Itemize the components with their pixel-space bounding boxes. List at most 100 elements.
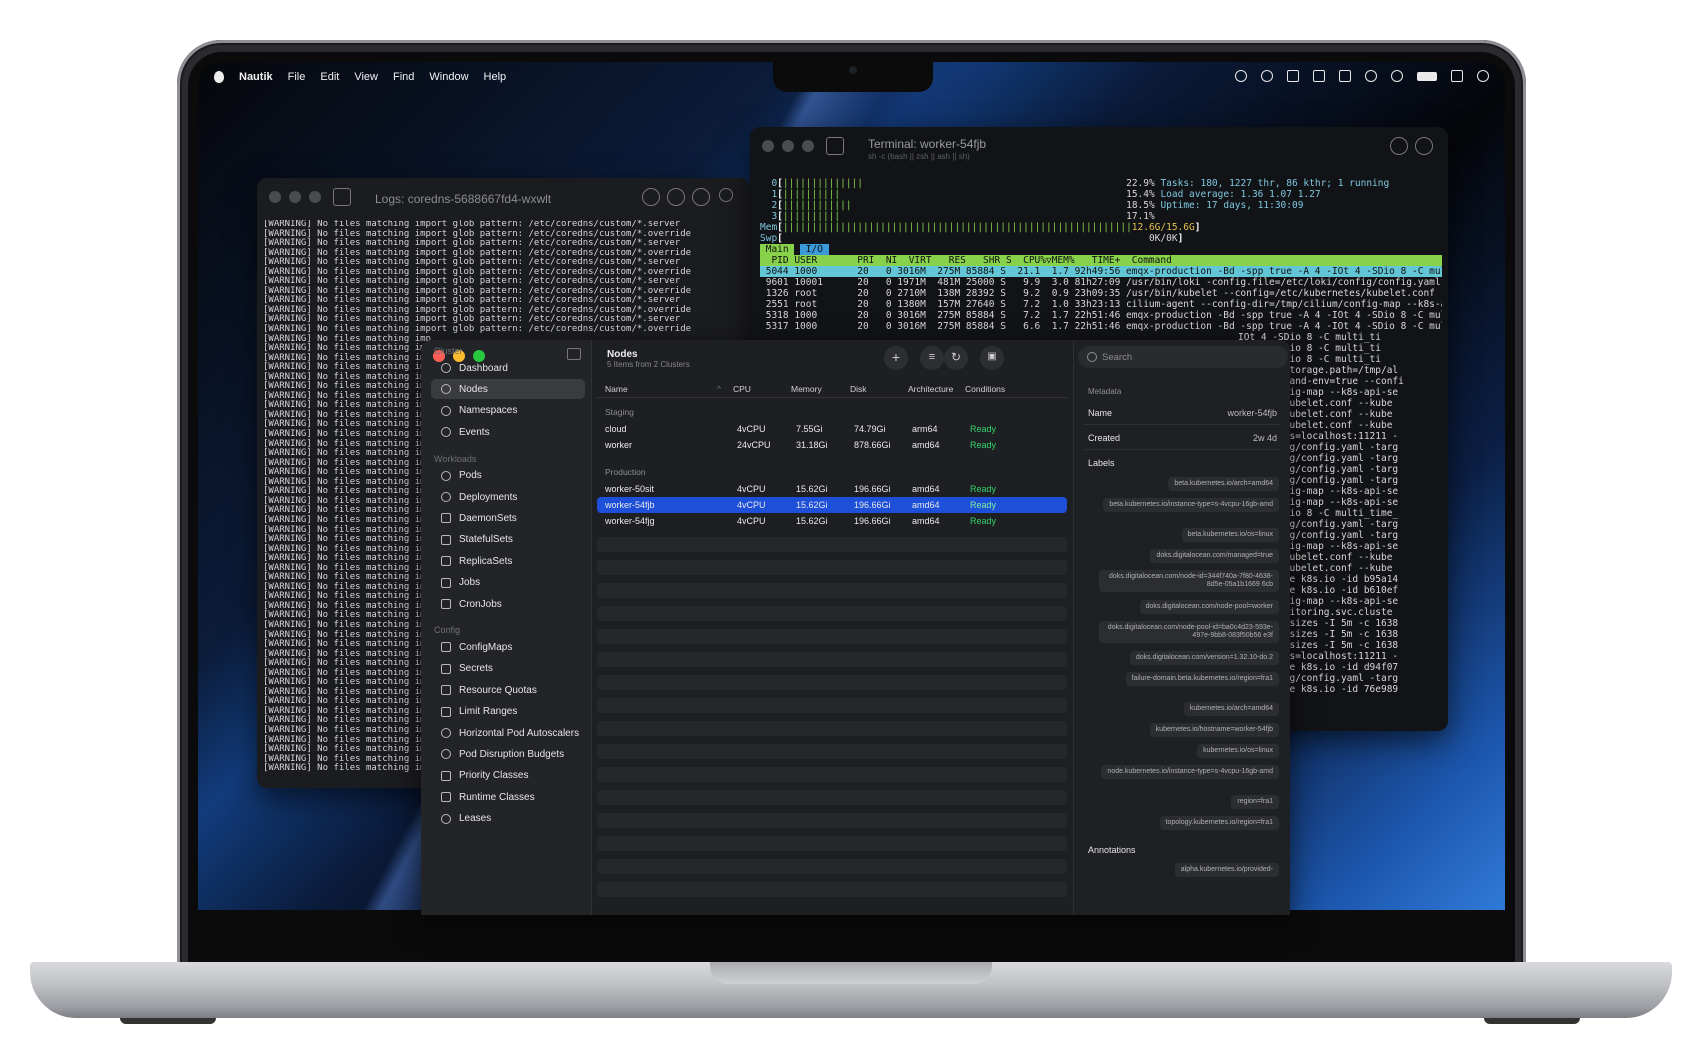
terminal-subtitle: sh -c (bash || zsh || ash || sh) (868, 152, 970, 161)
control-center-icon[interactable] (1451, 70, 1463, 82)
sidebar-item-secrets[interactable]: Secrets (431, 659, 585, 679)
inspector-toggle-icon[interactable]: ▣ (980, 346, 1004, 370)
table-row[interactable]: worker-54fjb 4vCPU 15.62Gi 196.66Gi amd64 Rea… (597, 497, 1067, 513)
sort-indicator-icon: ^ (717, 384, 721, 394)
wifi-icon[interactable] (1391, 70, 1403, 82)
table-row[interactable]: worker-54fjg 4vCPU 15.62Gi 196.66Gi amd64 Rea… (597, 513, 1067, 529)
sidebar-item-events[interactable]: Events (431, 422, 585, 442)
created-label: Created (1088, 433, 1121, 443)
sidebar-section-title: Cluster (434, 346, 463, 356)
label-chip: doks.digitalocean.com/version=1.32.10-do… (1129, 651, 1279, 665)
sidebar-item-statefulsets[interactable]: StatefulSets (431, 530, 585, 550)
column-cpu[interactable]: CPU (733, 384, 751, 394)
process-header: PID USER PRI NI VIRT RES SHR S CPU%▽MEM%… (760, 255, 1442, 266)
globe-icon[interactable] (1261, 70, 1273, 82)
column-architecture[interactable]: Architecture (908, 384, 953, 394)
filter-icon[interactable]: ≡ (920, 346, 944, 370)
mem-meter: Mem[||||||||||||||||||||||||||||||||||||… (760, 222, 1442, 233)
menu-view[interactable]: View (354, 71, 378, 83)
table-cell: Ready (970, 440, 997, 450)
empty-row (597, 882, 1067, 897)
bluetooth-icon[interactable] (1365, 70, 1377, 82)
process-row: 5318 1000 20 0 3016M 275M 85884 S 7.2 1.… (760, 310, 1442, 321)
more-icon[interactable] (667, 188, 685, 206)
battery-icon[interactable] (1417, 71, 1437, 81)
sidebar-item-configmaps[interactable]: ConfigMaps (431, 637, 585, 657)
sidebar-item-limit-ranges[interactable]: Limit Ranges (431, 702, 585, 722)
menu-window[interactable]: Window (429, 71, 468, 83)
column-disk[interactable]: Disk (850, 384, 867, 394)
table-cell: 4vCPU (737, 424, 766, 434)
mute-icon[interactable] (1339, 70, 1351, 82)
sidebar-item-jobs[interactable]: Jobs (431, 573, 585, 593)
sidebar-item-label: ConfigMaps (459, 641, 513, 653)
cpu-bar: |||||||||||| (782, 200, 852, 211)
menu-edit[interactable]: Edit (320, 71, 339, 83)
more-icon[interactable] (1390, 137, 1408, 155)
sidebar-item-label: Resource Quotas (459, 684, 537, 696)
search-field[interactable]: Search (1078, 346, 1288, 368)
sidebar-item-cronjobs[interactable]: CronJobs (431, 594, 585, 614)
table-cell: 196.66Gi (854, 516, 891, 526)
summary-text: Load average: 1.36 1.07 1.27 (1160, 189, 1321, 200)
table-row[interactable]: worker-50sit 4vCPU 15.62Gi 196.66Gi amd64 Rea… (597, 481, 1067, 497)
pause-icon[interactable] (642, 188, 660, 206)
zoom-button[interactable] (309, 191, 321, 203)
timer-icon[interactable] (1235, 70, 1247, 82)
label-chip: beta.kubernetes.io/instance-type=s-4vcpu… (1103, 498, 1279, 512)
table-cell: 196.66Gi (854, 484, 891, 494)
sidebar-section-title: Config (434, 625, 461, 636)
sidebar-item-runtime-classes[interactable]: Runtime Classes (431, 787, 585, 807)
search-icon[interactable] (719, 188, 733, 202)
close-button[interactable] (762, 140, 774, 152)
minimize-button[interactable] (289, 191, 301, 203)
sidebar-toggle-icon[interactable] (826, 137, 844, 155)
sidebar-item-horizontal-pod-autoscalers[interactable]: Horizontal Pod Autoscalers (431, 723, 585, 743)
swap-value: 0K/0K (1148, 233, 1178, 244)
close-button[interactable] (269, 191, 281, 203)
refresh-icon[interactable] (692, 188, 710, 206)
sidebar-item-daemonsets[interactable]: DaemonSets (431, 508, 585, 528)
table-row[interactable]: worker 24vCPU 31.18Gi 878.66Gi amd64 Ready (597, 437, 1067, 453)
apple-icon[interactable] (214, 71, 224, 83)
zoom-button[interactable] (802, 140, 814, 152)
sidebar-item-resource-quotas[interactable]: Resource Quotas (431, 680, 585, 700)
sidebar-item-replicasets[interactable]: ReplicaSets (431, 551, 585, 571)
process-row: 5317 1000 20 0 3016M 275M 85884 S 6.6 1.… (760, 321, 1442, 332)
column-memory[interactable]: Memory (791, 384, 822, 394)
terminal-title: Terminal: worker-54fjb (868, 137, 987, 151)
app-menu[interactable]: Nautik (239, 71, 273, 83)
menu-file[interactable]: File (288, 71, 306, 83)
sidebar-item-pods[interactable]: Pods (431, 466, 585, 486)
empty-row (597, 721, 1067, 736)
column-conditions[interactable]: Conditions (965, 384, 1005, 394)
sidebar-item-dashboard[interactable]: Dashboard (431, 358, 585, 378)
sidebar-item-label: DaemonSets (459, 512, 517, 524)
menu-find[interactable]: Find (393, 71, 414, 83)
add-icon[interactable]: + (884, 346, 908, 370)
label-chip: kubernetes.io/arch=amd64 (1183, 702, 1279, 716)
refresh-icon[interactable] (1415, 137, 1433, 155)
network-icon[interactable] (1313, 70, 1325, 82)
table-row[interactable]: cloud 4vCPU 7.55Gi 74.79Gi arm64 Ready (597, 421, 1067, 437)
clock-icon[interactable] (1477, 70, 1489, 82)
grid-icon[interactable] (1287, 70, 1299, 82)
mem-label: Mem (760, 222, 778, 233)
logs-window-title: Logs: coredns-5688667fd4-wxwlt (375, 192, 552, 206)
sidebar-toggle-icon[interactable] (333, 188, 351, 206)
sidebar-item-pod-disruption-budgets[interactable]: Pod Disruption Budgets (431, 744, 585, 764)
nautik-window[interactable]: Cluster Dashboard Nodes Namespaces Events Wor… (421, 340, 1290, 915)
sidebar-item-priority-classes[interactable]: Priority Classes (431, 766, 585, 786)
sidebar-item-nodes[interactable]: Nodes (431, 379, 585, 400)
table-cell: 878.66Gi (854, 440, 891, 450)
sidebar-item-deployments[interactable]: Deployments (431, 487, 585, 507)
column-name[interactable]: Name (605, 384, 628, 394)
menu-help[interactable]: Help (484, 71, 507, 83)
refresh-icon[interactable]: ↻ (944, 346, 968, 370)
sidebar-item-leases[interactable]: Leases (431, 809, 585, 829)
table-cell: 15.62Gi (796, 516, 828, 526)
sidebar-item-namespaces[interactable]: Namespaces (431, 401, 585, 421)
minimize-button[interactable] (782, 140, 794, 152)
